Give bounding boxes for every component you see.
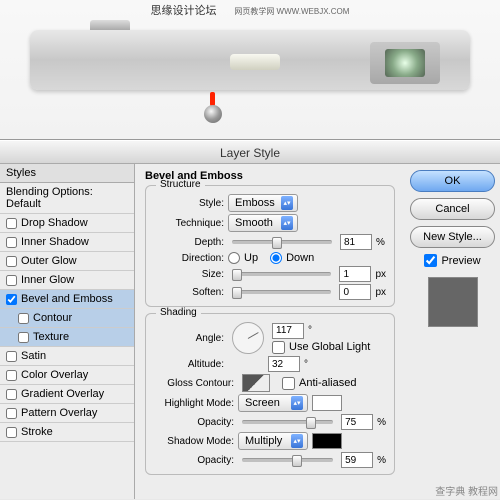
preview-swatch: [428, 277, 478, 327]
global-light-checkbox[interactable]: [272, 341, 285, 354]
blending-options-row[interactable]: Blending Options: Default: [0, 183, 134, 214]
camera-body-graphic: [30, 30, 470, 90]
main-panel: Bevel and Emboss Structure Style: Emboss…: [135, 164, 405, 499]
style-select[interactable]: Emboss▴▾: [228, 194, 298, 212]
style-item-bevel-and-emboss[interactable]: Bevel and Emboss: [0, 290, 134, 309]
shadow-opacity-label: Opacity:: [154, 455, 234, 466]
angle-label: Angle:: [154, 333, 224, 344]
camera-flash: [230, 54, 280, 70]
size-label: Size:: [154, 269, 224, 280]
style-item-contour[interactable]: Contour: [0, 309, 134, 328]
style-item-drop-shadow[interactable]: Drop Shadow: [0, 214, 134, 233]
style-checkbox[interactable]: [6, 237, 17, 248]
angle-input[interactable]: [272, 323, 304, 339]
highlight-mode-select[interactable]: Screen▴▾: [238, 394, 308, 412]
altitude-label: Altitude:: [154, 359, 224, 370]
style-label: Style:: [154, 198, 224, 209]
depth-label: Depth:: [154, 237, 224, 248]
camera-indicator: [210, 92, 215, 106]
camera-knob: [204, 105, 222, 123]
style-item-inner-glow[interactable]: Inner Glow: [0, 271, 134, 290]
gloss-contour-label: Gloss Contour:: [154, 378, 234, 389]
style-item-inner-shadow[interactable]: Inner Shadow: [0, 233, 134, 252]
shadow-color-swatch[interactable]: [312, 433, 342, 449]
document-preview: [0, 0, 500, 140]
shadow-opacity-slider[interactable]: [242, 458, 333, 462]
style-item-stroke[interactable]: Stroke: [0, 423, 134, 442]
camera-viewfinder: [370, 42, 440, 84]
soften-slider[interactable]: [232, 290, 331, 294]
soften-input[interactable]: [339, 284, 371, 300]
highlight-opacity-label: Opacity:: [154, 417, 234, 428]
style-checkbox[interactable]: [6, 408, 17, 419]
highlight-opacity-slider[interactable]: [242, 420, 333, 424]
depth-input[interactable]: [340, 234, 372, 250]
style-item-color-overlay[interactable]: Color Overlay: [0, 366, 134, 385]
style-checkbox[interactable]: [6, 218, 17, 229]
style-checkbox[interactable]: [18, 332, 29, 343]
highlight-opacity-input[interactable]: [341, 414, 373, 430]
altitude-input[interactable]: [268, 356, 300, 372]
watermark-top: 思缘设计论坛 网页教学网 WWW.WEBJX.COM: [151, 2, 350, 18]
style-checkbox[interactable]: [6, 275, 17, 286]
style-checkbox[interactable]: [6, 256, 17, 267]
style-item-pattern-overlay[interactable]: Pattern Overlay: [0, 404, 134, 423]
style-checkbox[interactable]: [18, 313, 29, 324]
right-panel: OK Cancel New Style... Preview: [405, 164, 500, 499]
styles-sidebar: Styles Blending Options: Default Drop Sh…: [0, 164, 135, 499]
style-checkbox[interactable]: [6, 351, 17, 362]
style-item-texture[interactable]: Texture: [0, 328, 134, 347]
shadow-opacity-input[interactable]: [341, 452, 373, 468]
watermark-bottom: 查字典 教程网: [435, 483, 498, 498]
size-slider[interactable]: [232, 272, 331, 276]
structure-group: Structure Style: Emboss▴▾ Technique: Smo…: [145, 185, 395, 307]
preview-checkbox[interactable]: [424, 254, 437, 267]
direction-label: Direction:: [154, 253, 224, 264]
style-item-outer-glow[interactable]: Outer Glow: [0, 252, 134, 271]
anti-alias-checkbox[interactable]: [282, 377, 295, 390]
highlight-mode-label: Highlight Mode:: [154, 398, 234, 409]
angle-widget[interactable]: [232, 322, 264, 354]
direction-up-radio[interactable]: [228, 252, 240, 264]
new-style-button[interactable]: New Style...: [410, 226, 495, 248]
soften-label: Soften:: [154, 287, 224, 298]
gloss-contour-picker[interactable]: [242, 374, 270, 392]
style-checkbox[interactable]: [6, 370, 17, 381]
styles-header[interactable]: Styles: [0, 164, 134, 183]
shadow-mode-label: Shadow Mode:: [154, 436, 234, 447]
highlight-color-swatch[interactable]: [312, 395, 342, 411]
camera-dial: [90, 20, 130, 30]
ok-button[interactable]: OK: [410, 170, 495, 192]
style-checkbox[interactable]: [6, 294, 17, 305]
style-checkbox[interactable]: [6, 427, 17, 438]
cancel-button[interactable]: Cancel: [410, 198, 495, 220]
technique-select[interactable]: Smooth▴▾: [228, 214, 298, 232]
size-input[interactable]: [339, 266, 371, 282]
style-item-gradient-overlay[interactable]: Gradient Overlay: [0, 385, 134, 404]
direction-down-radio[interactable]: [270, 252, 282, 264]
technique-label: Technique:: [154, 218, 224, 229]
dialog-title: Layer Style: [0, 140, 500, 164]
style-item-satin[interactable]: Satin: [0, 347, 134, 366]
shading-group: Shading Angle: ° Use Global Light Altitu…: [145, 313, 395, 475]
shadow-mode-select[interactable]: Multiply▴▾: [238, 432, 308, 450]
style-checkbox[interactable]: [6, 389, 17, 400]
depth-slider[interactable]: [232, 240, 332, 244]
